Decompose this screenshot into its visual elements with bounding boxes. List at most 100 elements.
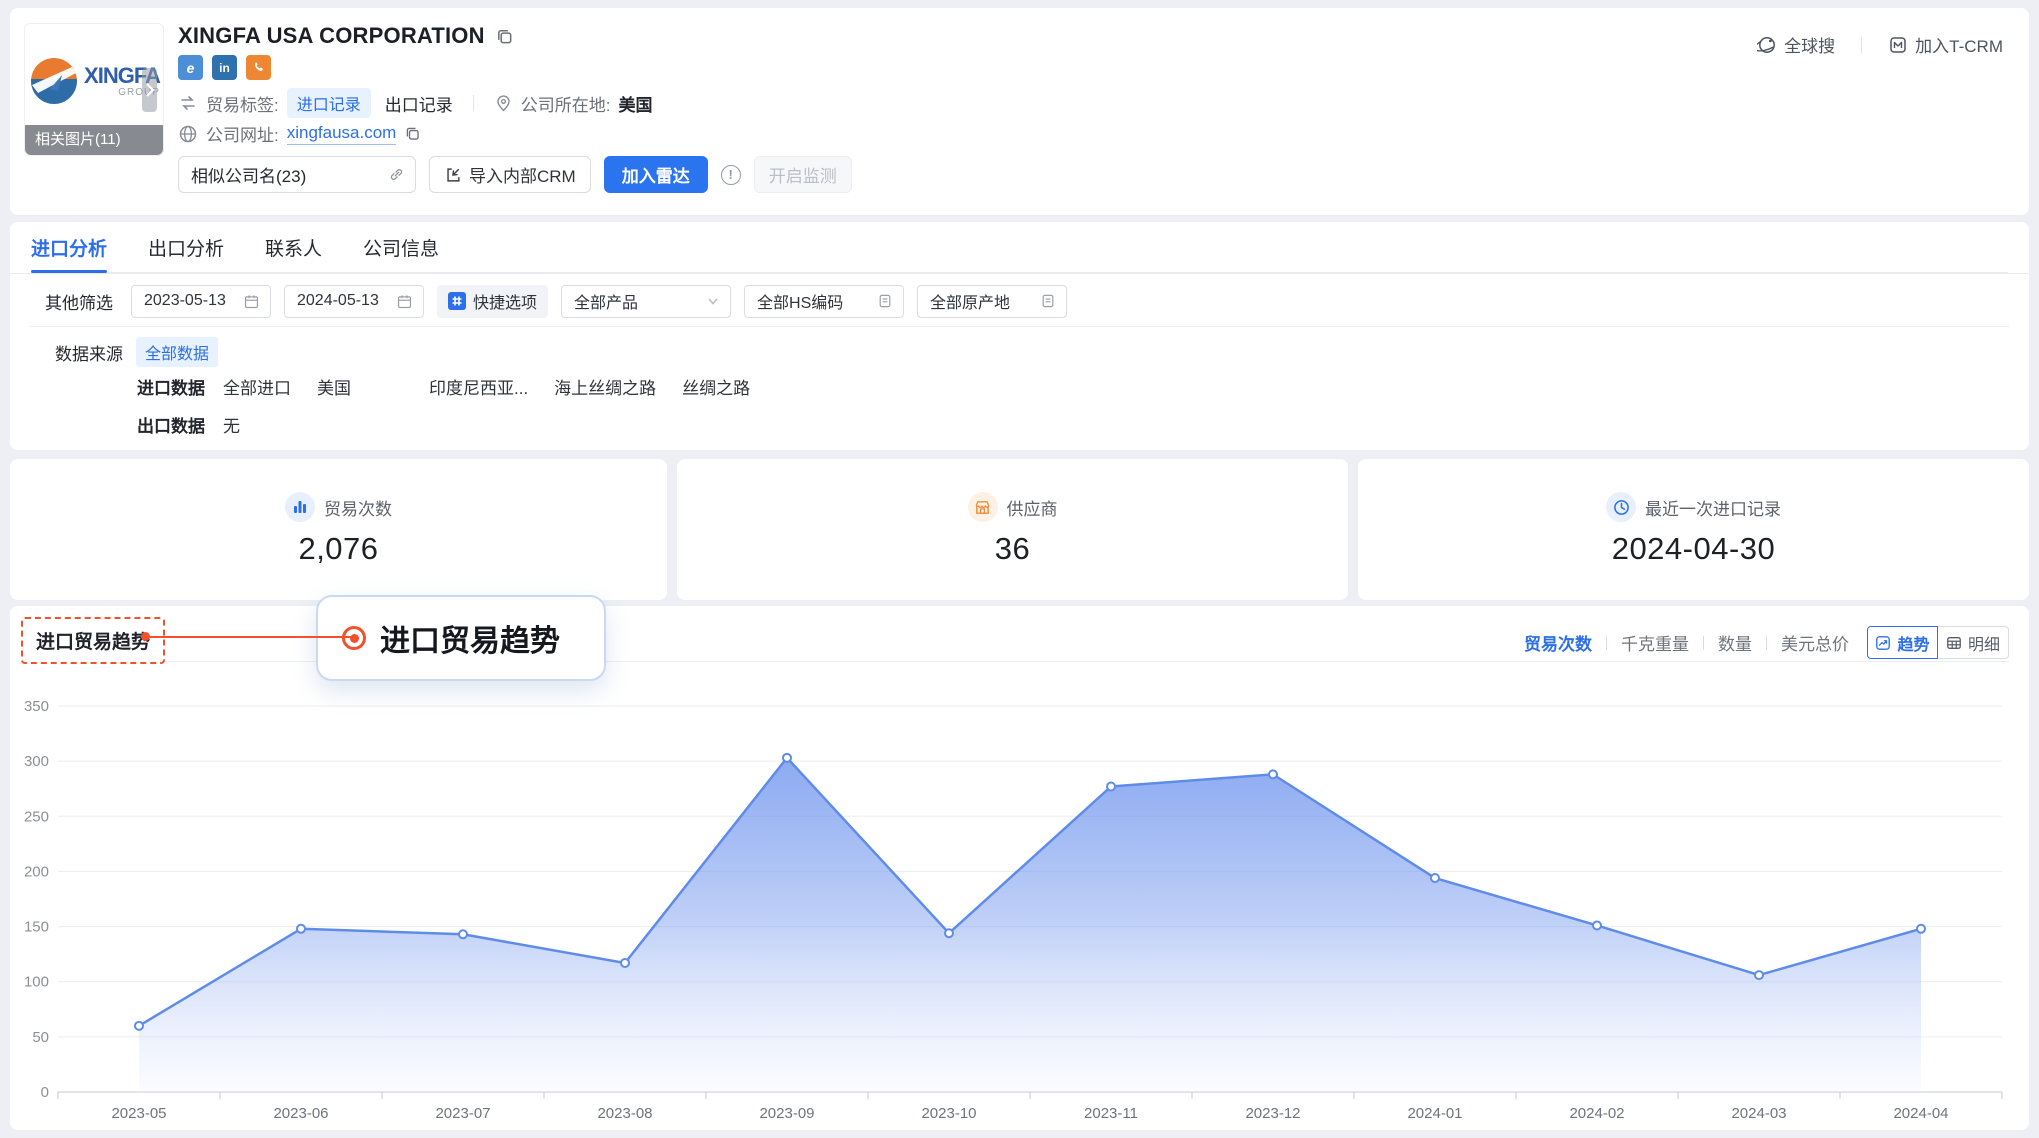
- join-tcrm-button[interactable]: 加入T-CRM: [1888, 32, 2003, 57]
- linkedin-icon[interactable]: in: [212, 55, 237, 80]
- metric-trade-count[interactable]: 贸易次数: [1524, 630, 1592, 655]
- latest-import-card: 最近一次进口记录 2024-04-30: [1358, 459, 2029, 600]
- data-point[interactable]: [945, 929, 953, 937]
- quick-options-button[interactable]: 快捷选项: [437, 285, 548, 318]
- data-point[interactable]: [459, 930, 467, 938]
- start-monitoring-label: 开启监测: [769, 162, 837, 187]
- info-icon[interactable]: !: [721, 165, 741, 185]
- x-axis-label: 2023-11: [1084, 1105, 1138, 1122]
- view-trend-button[interactable]: 趋势: [1867, 626, 1938, 659]
- view-trend-label: 趋势: [1897, 631, 1929, 655]
- link-icon: [388, 166, 405, 183]
- data-point[interactable]: [1269, 770, 1277, 778]
- tab-export-analysis[interactable]: 出口分析: [148, 222, 224, 272]
- company-header-card: XINGFA GROUP 相关图片(11) XINGFA USA CORPORA…: [10, 8, 2029, 215]
- similar-companies-field[interactable]: 相似公司名(23): [178, 156, 416, 193]
- metric-quantity[interactable]: 数量: [1718, 630, 1752, 655]
- tab-company-info[interactable]: 公司信息: [363, 222, 439, 272]
- x-axis-label: 2023-07: [435, 1105, 490, 1122]
- x-axis-label: 2023-06: [273, 1105, 328, 1122]
- data-point[interactable]: [1917, 925, 1925, 933]
- data-source-label: 数据来源: [55, 340, 123, 365]
- metric-usd-total[interactable]: 美元总价: [1781, 630, 1849, 655]
- phone-icon[interactable]: [246, 55, 271, 80]
- x-axis-label: 2024-02: [1569, 1105, 1624, 1122]
- global-search-button[interactable]: 全球搜: [1757, 32, 1835, 57]
- tabs-divider: [10, 273, 2029, 274]
- tab-label: 进口分析: [31, 234, 107, 261]
- y-axis-label: 200: [24, 863, 49, 880]
- data-point[interactable]: [1755, 971, 1763, 979]
- divider: [473, 95, 474, 111]
- data-point[interactable]: [621, 959, 629, 967]
- website-label: 公司网址:: [206, 121, 279, 146]
- data-point[interactable]: [1431, 874, 1439, 882]
- tab-label: 出口分析: [148, 234, 224, 261]
- stat-value: 36: [995, 531, 1030, 567]
- list-doc-icon: [1040, 293, 1056, 309]
- bar-chart-icon: [285, 492, 315, 522]
- data-point[interactable]: [297, 925, 305, 933]
- date-end-input[interactable]: 2024-05-13: [284, 285, 424, 318]
- start-monitoring-button[interactable]: 开启监测: [754, 156, 852, 193]
- all-products-select[interactable]: 全部产品: [561, 285, 731, 318]
- logo-next-chevron[interactable]: [142, 68, 157, 112]
- website-e-icon[interactable]: e: [178, 55, 203, 80]
- related-images-label[interactable]: 相关图片(11): [25, 125, 163, 155]
- chevron-down-icon: [706, 294, 720, 308]
- import-data-label: 进口数据: [137, 374, 205, 399]
- calendar-icon: [396, 293, 413, 310]
- data-point[interactable]: [1593, 921, 1601, 929]
- copy-name-icon[interactable]: [495, 27, 514, 46]
- annotation-line: [148, 636, 356, 638]
- social-icons-row: e in: [178, 55, 271, 80]
- import-trend-chart[interactable]: 0501001502002503003502023-052023-062023-…: [20, 684, 2020, 1130]
- copy-website-icon[interactable]: [404, 125, 421, 142]
- view-detail-label: 明细: [1968, 631, 2000, 655]
- import-data-item[interactable]: 全部进口: [223, 374, 291, 399]
- import-data-item[interactable]: 印度尼西亚...: [429, 374, 528, 399]
- trade-label: 贸易标签:: [206, 91, 279, 116]
- y-axis-label: 150: [24, 919, 49, 936]
- tab-import-analysis[interactable]: 进口分析: [31, 222, 107, 272]
- y-axis-label: 100: [24, 974, 49, 991]
- company-name-row: XINGFA USA CORPORATION: [178, 23, 514, 49]
- all-hs-codes-select[interactable]: 全部HS编码: [744, 285, 904, 318]
- location-pin-icon: [494, 94, 513, 113]
- export-record-tag[interactable]: 出口记录: [385, 91, 453, 116]
- divider: [1766, 636, 1767, 650]
- data-point[interactable]: [783, 754, 791, 762]
- import-data-item[interactable]: 海上丝绸之路: [554, 374, 656, 399]
- logo-graphic: XINGFA GROUP: [28, 55, 160, 107]
- globe-icon: [178, 124, 198, 144]
- import-trend-card: 进口贸易趋势 进口贸易趋势 贸易次数 千克重量 数量 美元总价 趋势 明细 05…: [10, 606, 2029, 1130]
- stat-label: 供应商: [1007, 495, 1058, 520]
- calendar-icon: [243, 293, 260, 310]
- import-data-item[interactable]: 美国: [317, 374, 351, 399]
- global-search-icon: [1757, 35, 1777, 55]
- import-data-row: 进口数据 全部进口 美国 印度尼西亚... 海上丝绸之路 丝绸之路: [137, 374, 776, 399]
- view-detail-button[interactable]: 明细: [1938, 626, 2009, 659]
- all-origins-select[interactable]: 全部原产地: [917, 285, 1067, 318]
- import-record-tag[interactable]: 进口记录: [287, 88, 371, 118]
- import-data-item[interactable]: 丝绸之路: [682, 374, 750, 399]
- stat-label: 贸易次数: [324, 495, 392, 520]
- trend-area: [139, 758, 1921, 1092]
- stat-value: 2024-04-30: [1612, 531, 1776, 567]
- add-radar-button[interactable]: 加入雷达: [604, 156, 708, 193]
- import-crm-button[interactable]: 导入内部CRM: [429, 156, 591, 193]
- data-point[interactable]: [1107, 783, 1115, 791]
- data-point[interactable]: [135, 1022, 143, 1030]
- tab-contacts[interactable]: 联系人: [265, 222, 322, 272]
- trade-tag-row: 贸易标签: 进口记录 出口记录 公司所在地: 美国: [178, 88, 652, 118]
- date-start-input[interactable]: 2023-05-13: [131, 285, 271, 318]
- location-value: 美国: [618, 91, 652, 116]
- company-logo[interactable]: XINGFA GROUP 相关图片(11): [24, 23, 164, 156]
- filter-row: 其他筛选 2023-05-13 2024-05-13 快捷选项 全部产品 全部H…: [45, 284, 1067, 318]
- website-link[interactable]: xingfausa.com: [287, 123, 397, 145]
- metric-kg-weight[interactable]: 千克重量: [1621, 630, 1689, 655]
- all-data-chip[interactable]: 全部数据: [136, 337, 218, 367]
- import-icon: [444, 166, 462, 184]
- y-axis-label: 250: [24, 808, 49, 825]
- location-label: 公司所在地:: [521, 91, 611, 116]
